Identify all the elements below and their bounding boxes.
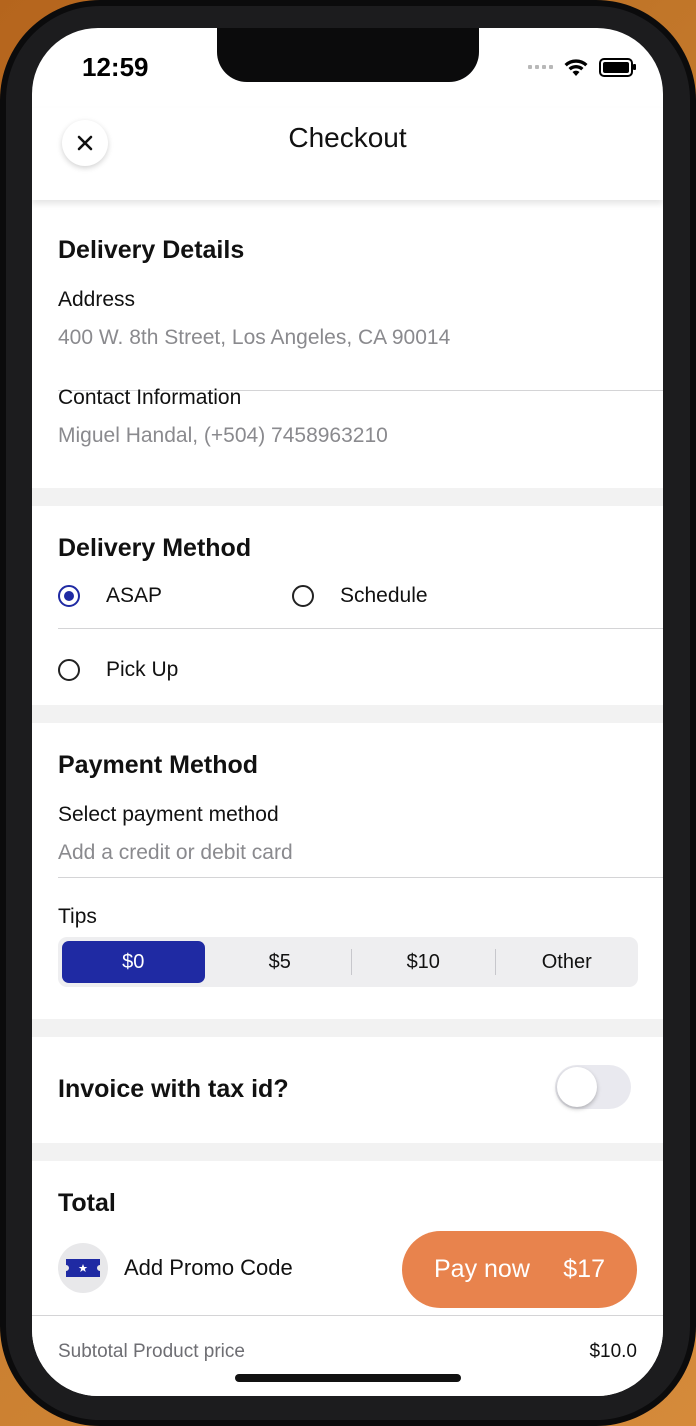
delivery-option-schedule[interactable]: Schedule: [292, 560, 552, 632]
payment-method-title: Payment Method: [58, 751, 259, 779]
payment-select-label: Select payment method: [58, 803, 279, 826]
cellular-signal-icon: [528, 65, 553, 69]
promo-code-row[interactable]: Add Promo Code: [58, 1243, 293, 1293]
invoice-section: Invoice with tax id?: [32, 1037, 663, 1143]
section-gap: [32, 705, 663, 723]
payment-select-row[interactable]: Select payment method Add a credit or de…: [58, 803, 663, 877]
tips-segmented-control: $0 $5 $10 Other: [58, 937, 638, 987]
tip-option-10[interactable]: $10: [352, 941, 495, 983]
checkout-content: Delivery Details Address 400 W. 8th Stre…: [32, 200, 663, 1396]
battery-icon: [599, 57, 636, 77]
page-title: Checkout: [288, 122, 407, 153]
promo-ticket-icon: [58, 1243, 108, 1293]
pay-now-label: Pay now: [434, 1255, 530, 1283]
payment-select-value: Add a credit or debit card: [58, 841, 293, 864]
pay-now-button[interactable]: Pay now $17: [402, 1231, 637, 1308]
tips-label: Tips: [58, 905, 97, 928]
address-label: Address: [58, 288, 136, 311]
divider: [58, 628, 663, 629]
wifi-icon: [564, 59, 588, 76]
delivery-option-asap[interactable]: ASAP: [58, 560, 278, 632]
pickup-label: Pick Up: [106, 658, 179, 681]
screen: 12:59 Checkout Delivery Details Address …: [32, 28, 663, 1396]
subtotal-value: $10.0: [589, 1341, 637, 1362]
payment-method-section: Payment Method Select payment method Add…: [32, 723, 663, 1019]
delivery-option-pickup[interactable]: Pick Up: [58, 634, 278, 706]
delivery-details-title: Delivery Details: [58, 236, 245, 264]
invoice-label: Invoice with tax id?: [58, 1075, 289, 1103]
status-time: 12:59: [82, 52, 149, 82]
subtotal-label: Subtotal Product price: [58, 1341, 245, 1362]
nav-bar: Checkout: [32, 108, 663, 200]
promo-code-label: Add Promo Code: [124, 1255, 293, 1280]
home-indicator: [235, 1374, 461, 1382]
delivery-method-section: Delivery Method ASAP Schedule Pick Up: [32, 506, 663, 705]
divider: [32, 1315, 663, 1316]
status-icons: [528, 56, 636, 78]
tip-option-other[interactable]: Other: [496, 941, 639, 983]
schedule-radio-icon: [292, 585, 314, 607]
section-gap: [32, 1143, 663, 1161]
tip-option-5[interactable]: $5: [209, 941, 352, 983]
delivery-details-section: Delivery Details Address 400 W. 8th Stre…: [32, 200, 663, 460]
schedule-label: Schedule: [340, 584, 428, 607]
toggle-knob: [557, 1067, 597, 1107]
total-title: Total: [58, 1189, 116, 1217]
subtotal-row: Subtotal Product price $10.0: [58, 1341, 637, 1363]
notch: [217, 28, 479, 82]
section-gap: [32, 1019, 663, 1037]
contact-row[interactable]: Contact Information Miguel Handal, (+504…: [58, 386, 663, 484]
pickup-radio-icon: [58, 659, 80, 681]
contact-value: Miguel Handal, (+504) 7458963210: [58, 424, 388, 447]
address-value: 400 W. 8th Street, Los Angeles, CA 90014: [58, 326, 451, 349]
pay-now-amount: $17: [563, 1255, 605, 1283]
asap-label: ASAP: [106, 584, 163, 607]
address-row[interactable]: Address 400 W. 8th Street, Los Angeles, …: [58, 288, 663, 392]
invoice-toggle[interactable]: [555, 1065, 631, 1109]
divider: [58, 877, 663, 878]
section-gap: [32, 488, 663, 506]
contact-label: Contact Information: [58, 386, 242, 409]
delivery-method-title: Delivery Method: [58, 534, 252, 562]
asap-radio-icon: [58, 585, 80, 607]
tip-option-0[interactable]: $0: [62, 941, 205, 983]
